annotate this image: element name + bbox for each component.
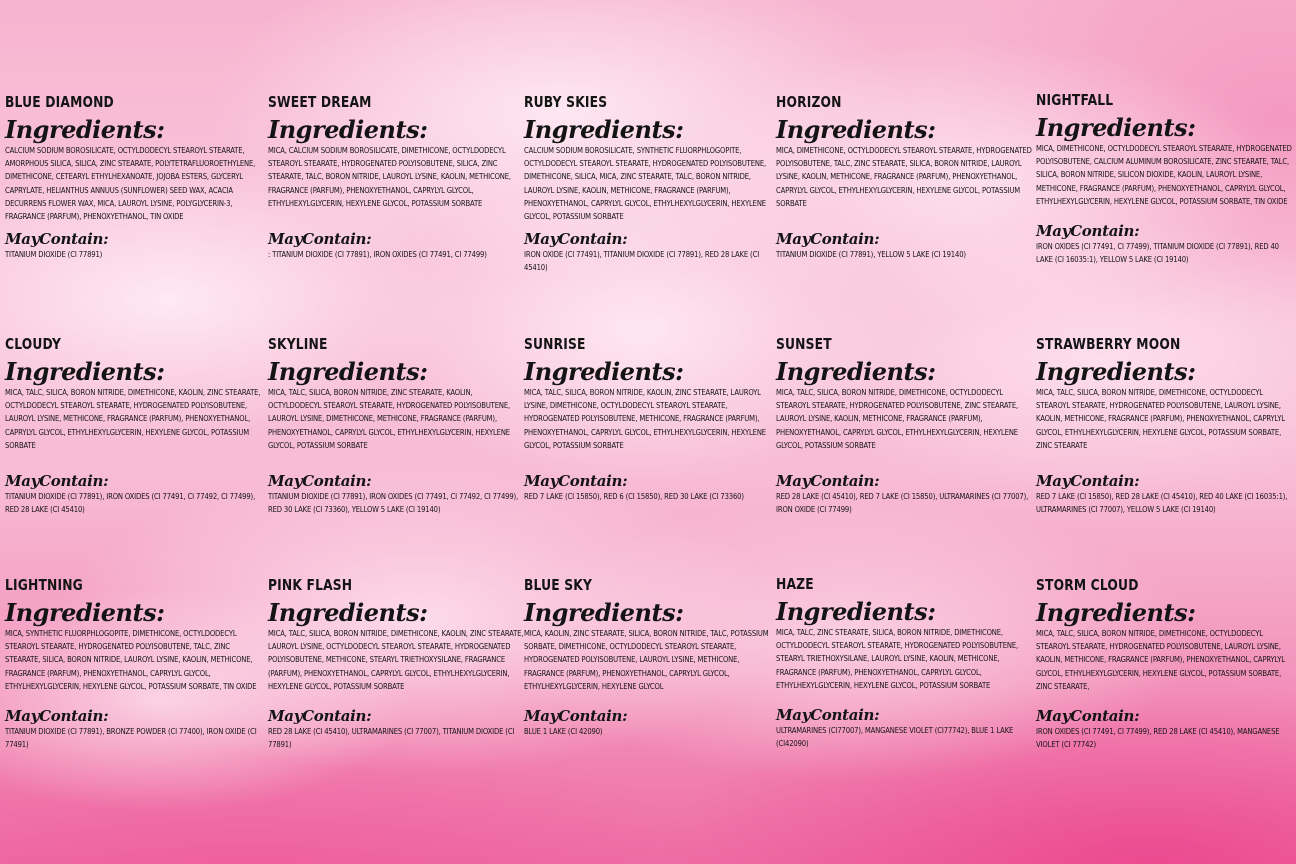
may-contain-heading: MayContain: — [268, 230, 372, 248]
ingredients-list: MICA, CALCIUM SODIUM BOROSILICATE, DIMET… — [268, 146, 511, 208]
ingredients-heading: Ingredients: — [524, 598, 684, 627]
may-contain-heading: MayContain: — [776, 472, 880, 490]
may-contain-list: TITANIUM DIOXIDE (CI 77891) — [5, 250, 103, 259]
ingredients-list: MICA, TALC, SILICA, BORON NITRIDE, DIMET… — [1036, 388, 1285, 450]
may-contain-list: TITANIUM DIOXIDE (CI 77891), BRONZE POWD… — [5, 727, 257, 750]
product-title: HORIZON — [776, 93, 842, 111]
may-contain-heading: MayContain: — [5, 707, 109, 725]
product-card-blue-sky: BLUE SKY Ingredients: MICA, KAOLIN, ZINC… — [524, 576, 774, 738]
product-title: BLUE SKY — [524, 576, 593, 594]
ingredients-heading: Ingredients: — [776, 597, 936, 626]
may-contain-list: IRON OXIDE (CI 77491), TITANIUM DIOXIDE … — [524, 250, 760, 273]
product-card-haze: HAZE Ingredients: MICA, TALC, ZINC STEAR… — [776, 575, 1026, 750]
ingredients-heading: Ingredients: — [776, 357, 936, 386]
may-contain-list: TITANIUM DIOXIDE (CI 77891), IRON OXIDES… — [268, 492, 519, 515]
ingredients-heading: Ingredients: — [1036, 598, 1196, 627]
product-title: STRAWBERRY MOON — [1036, 335, 1181, 353]
product-card-lightning: LIGHTNING Ingredients: MICA, SYNTHETIC F… — [5, 576, 257, 751]
product-card-blue-diamond: BLUE DIAMOND Ingredients: CALCIUM SODIUM… — [5, 93, 255, 261]
product-card-skyline: SKYLINE Ingredients: MICA, TALC, SILICA,… — [268, 335, 518, 516]
may-contain-list: ULTRAMARINES (CI77007), MANGANESE VIOLET… — [776, 726, 1014, 749]
product-card-sunrise: SUNRISE Ingredients: MICA, TALC, SILICA,… — [524, 335, 774, 503]
product-card-cloudy: CLOUDY Ingredients: MICA, TALC, SILICA, … — [5, 335, 260, 516]
ingredients-heading: Ingredients: — [1036, 357, 1196, 386]
ingredients-list: MICA, TALC, SILICA, BORON NITRIDE, DIMET… — [776, 388, 1019, 450]
ingredients-heading: Ingredients: — [524, 357, 684, 386]
may-contain-list: RED 7 LAKE (CI 15850), RED 28 LAKE (CI 4… — [1036, 492, 1288, 515]
product-card-nightfall: NIGHTFALL Ingredients: MICA, DIMETHICONE… — [1036, 91, 1292, 266]
product-title: CLOUDY — [5, 335, 62, 353]
product-title: RUBY SKIES — [524, 93, 608, 111]
ingredients-heading: Ingredients: — [5, 357, 165, 386]
may-contain-heading: MayContain: — [524, 472, 628, 490]
ingredients-list: CALCIUM SODIUM BOROSILICATE, OCTYLDODECY… — [5, 146, 256, 222]
product-title: SKYLINE — [268, 335, 328, 353]
product-card-pink-flash: PINK FLASH Ingredients: MICA, TALC, SILI… — [268, 576, 523, 751]
ingredients-list: MICA, TALC, SILICA, BORON NITRIDE, ZINC … — [268, 388, 511, 450]
ingredients-list: MICA, TALC, SILICA, BORON NITRIDE, DIMET… — [1036, 629, 1285, 691]
may-contain-heading: MayContain: — [524, 230, 628, 248]
may-contain-heading: MayContain: — [268, 472, 372, 490]
ingredients-list: CALCIUM SODIUM BOROSILICATE, SYNTHETIC F… — [524, 146, 767, 222]
ingredients-heading: Ingredients: — [268, 598, 428, 627]
may-contain-list: RED 28 LAKE (CI 45410), ULTRAMARINES (CI… — [268, 727, 515, 750]
ingredients-list: MICA, SYNTHETIC FLUORPHLOGOPITE, DIMETHI… — [5, 629, 257, 691]
product-card-strawberry-moon: STRAWBERRY MOON Ingredients: MICA, TALC,… — [1036, 335, 1287, 516]
ingredients-list: MICA, TALC, ZINC STEARATE, SILICA, BORON… — [776, 628, 1019, 690]
product-card-horizon: HORIZON Ingredients: MICA, DIMETHICONE, … — [776, 93, 1032, 261]
ingredients-heading: Ingredients: — [524, 115, 684, 144]
ingredients-heading: Ingredients: — [5, 115, 165, 144]
may-contain-list: TITANIUM DIOXIDE (CI 77891), IRON OXIDES… — [5, 492, 256, 515]
product-title: SWEET DREAM — [268, 93, 372, 111]
product-title: HAZE — [776, 575, 814, 593]
may-contain-heading: MayContain: — [1036, 222, 1140, 240]
may-contain-heading: MayContain: — [776, 706, 880, 724]
may-contain-list: IRON OXIDES (CI 77491, CI 77499), RED 28… — [1036, 727, 1280, 750]
ingredients-list: MICA, DIMETHICONE, OCTYLDODECYL STEAROYL… — [1036, 144, 1292, 206]
may-contain-heading: MayContain: — [524, 707, 628, 725]
product-card-sunset: SUNSET Ingredients: MICA, TALC, SILICA, … — [776, 335, 1028, 516]
ingredients-heading: Ingredients: — [776, 115, 936, 144]
ingredients-list: MICA, KAOLIN, ZINC STEARATE, SILICA, BOR… — [524, 629, 769, 691]
product-title: BLUE DIAMOND — [5, 93, 114, 111]
may-contain-heading: MayContain: — [5, 230, 109, 248]
ingredients-list: MICA, TALC, SILICA, BORON NITRIDE, KAOLI… — [524, 388, 766, 450]
product-title: NIGHTFALL — [1036, 91, 1114, 109]
may-contain-list: BLUE 1 LAKE (CI 42090) — [524, 727, 603, 736]
may-contain-list: TITANIUM DIOXIDE (CI 77891), YELLOW 5 LA… — [776, 250, 966, 259]
ingredients-heading: Ingredients: — [1036, 113, 1196, 142]
may-contain-heading: MayContain: — [5, 472, 109, 490]
may-contain-list: RED 7 LAKE (CI 15850), RED 6 (CI 15850),… — [524, 492, 744, 501]
may-contain-heading: MayContain: — [268, 707, 372, 725]
product-card-sweet-dream: SWEET DREAM Ingredients: MICA, CALCIUM S… — [268, 93, 518, 261]
ingredients-list: MICA, DIMETHICONE, OCTYLDODECYL STEAROYL… — [776, 146, 1032, 208]
ingredients-list: MICA, TALC, SILICA, BORON NITRIDE, DIMET… — [5, 388, 261, 450]
product-card-ruby-skies: RUBY SKIES Ingredients: CALCIUM SODIUM B… — [524, 93, 774, 274]
may-contain-heading: MayContain: — [1036, 707, 1140, 725]
may-contain-list: RED 28 LAKE (CI 45410), RED 7 LAKE (CI 1… — [776, 492, 1029, 515]
may-contain-heading: MayContain: — [1036, 472, 1140, 490]
product-title: LIGHTNING — [5, 576, 83, 594]
ingredients-heading: Ingredients: — [268, 357, 428, 386]
product-title: PINK FLASH — [268, 576, 353, 594]
product-title: STORM CLOUD — [1036, 576, 1139, 594]
ingredients-heading: Ingredients: — [5, 598, 165, 627]
product-card-storm-cloud: STORM CLOUD Ingredients: MICA, TALC, SIL… — [1036, 576, 1286, 751]
ingredients-list: MICA, TALC, SILICA, BORON NITRIDE, DIMET… — [268, 629, 524, 691]
may-contain-list: : TITANIUM DIOXIDE (CI 77891), IRON OXID… — [268, 250, 487, 259]
may-contain-list: IRON OXIDES (CI 77491, CI 77499), TITANI… — [1036, 242, 1279, 265]
may-contain-heading: MayContain: — [776, 230, 880, 248]
ingredients-heading: Ingredients: — [268, 115, 428, 144]
product-title: SUNSET — [776, 335, 832, 353]
product-title: SUNRISE — [524, 335, 586, 353]
